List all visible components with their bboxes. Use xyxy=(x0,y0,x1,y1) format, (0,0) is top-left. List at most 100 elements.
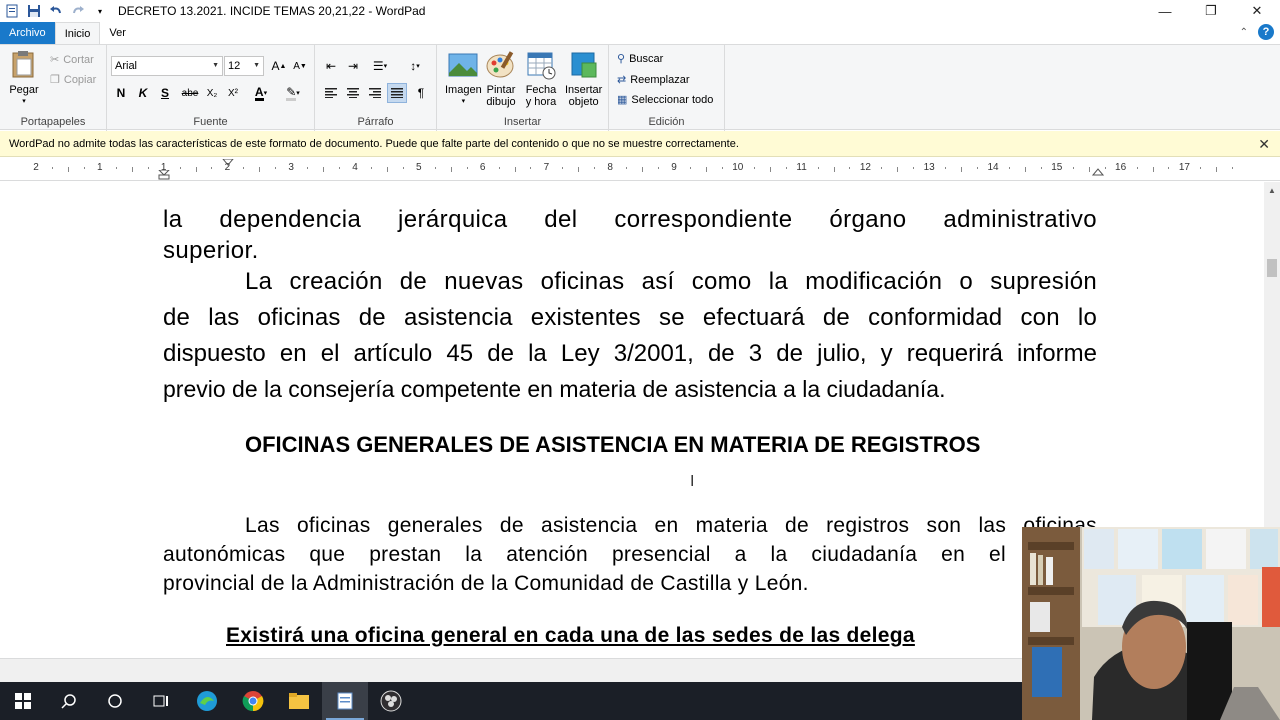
superscript-button[interactable]: X² xyxy=(223,83,243,103)
select-all-button[interactable]: ▦ Seleccionar todo xyxy=(617,93,713,107)
doc-line: previo de la consejería competente en ma… xyxy=(163,376,946,402)
first-line-indent-marker[interactable] xyxy=(222,159,234,167)
increase-indent-icon[interactable]: ⇥ xyxy=(343,56,363,76)
close-icon[interactable]: ✕ xyxy=(1258,136,1270,153)
align-left-icon[interactable] xyxy=(321,83,341,103)
close-button[interactable]: ✕ xyxy=(1234,0,1280,22)
doc-line-underlined: Existirá una oficina general en cada una… xyxy=(226,624,915,647)
clipboard-group: Pegar ▾ ✂ Cortar ❐ Copiar Portapapeles xyxy=(0,45,107,131)
right-indent-marker[interactable] xyxy=(1092,168,1104,176)
align-center-icon[interactable] xyxy=(343,83,363,103)
infobar-message: WordPad no admite todas las característi… xyxy=(9,137,739,150)
chevron-down-icon: ▼ xyxy=(253,62,260,69)
tab-ver[interactable]: Ver xyxy=(100,22,135,44)
help-icon[interactable]: ? xyxy=(1258,24,1274,40)
align-right-icon[interactable] xyxy=(365,83,385,103)
font-group-label: Fuente xyxy=(193,116,228,128)
ruler-number: 1 xyxy=(97,162,103,173)
chrome-browser-icon[interactable] xyxy=(230,682,276,720)
paragraph-settings-icon[interactable]: ¶ xyxy=(411,83,431,103)
wordpad-app-icon[interactable] xyxy=(2,1,22,21)
text-cursor-icon: I xyxy=(690,473,695,490)
justify-icon[interactable] xyxy=(387,83,407,103)
strikethrough-button[interactable]: abe xyxy=(178,83,202,103)
replace-button[interactable]: ⇄ Reemplazar xyxy=(617,73,690,87)
ruler-number: 10 xyxy=(732,162,744,173)
windows-start-icon[interactable] xyxy=(0,682,46,720)
wordpad-taskbar-icon[interactable] xyxy=(322,682,368,720)
font-size-combo[interactable]: 12 ▼ xyxy=(224,56,264,76)
ruler-tick xyxy=(1216,167,1218,172)
ruler-tick xyxy=(147,167,149,169)
edge-browser-icon[interactable] xyxy=(184,682,230,720)
ruler-number: 9 xyxy=(671,162,677,173)
font-group: Arial ▼ 12 ▼ A ▲ A ▼ N K S abe X₂ X² A ▾ ✎ ▾ F… xyxy=(107,45,315,131)
obs-studio-icon[interactable] xyxy=(368,682,414,720)
ruler-number: 15 xyxy=(1051,162,1063,173)
ruler-tick xyxy=(402,167,404,169)
doc-line: la dependencia jerárquica del correspond… xyxy=(163,206,1097,233)
cut-button[interactable]: ✂ Cortar xyxy=(50,53,94,67)
ruler-tick xyxy=(51,167,53,169)
bullets-icon[interactable]: ☰ ▾ xyxy=(367,56,393,76)
scroll-up-icon[interactable]: ▲ xyxy=(1264,186,1280,195)
ruler-tick xyxy=(1152,167,1154,172)
restore-button[interactable]: ❐ xyxy=(1188,0,1234,22)
insert-image-button[interactable]: Imagen ▾ xyxy=(445,49,482,108)
search-icon[interactable] xyxy=(46,682,92,720)
date-time-button[interactable]: Fecha y hora xyxy=(525,49,557,108)
text-color-icon: A xyxy=(254,84,264,101)
bold-button[interactable]: N xyxy=(111,83,131,103)
presenter-video-image xyxy=(1022,527,1280,720)
ruler-tick xyxy=(897,167,899,172)
ruler[interactable]: 2 1 1 2 3 4 5 6 7 8 9 10 11 12 13 14 15 16 17 xyxy=(0,157,1280,181)
ruler-tick xyxy=(323,167,325,172)
insert-object-button[interactable]: Insertar objeto xyxy=(565,49,602,108)
find-button[interactable]: ⚲ Buscar xyxy=(617,52,663,66)
paste-button[interactable]: Pegar ▾ xyxy=(8,49,40,108)
collapse-ribbon-icon[interactable]: ⌃ xyxy=(1240,27,1248,38)
ruler-tick xyxy=(689,167,691,169)
task-view-icon[interactable] xyxy=(138,682,184,720)
ruler-tick xyxy=(179,167,181,169)
ruler-tick xyxy=(1088,167,1090,172)
undo-icon[interactable] xyxy=(46,1,66,21)
ruler-tick xyxy=(1136,167,1138,169)
ruler-tick xyxy=(594,167,596,169)
left-indent-marker[interactable] xyxy=(158,170,170,180)
highlight-color-button[interactable]: ✎ ▾ xyxy=(279,83,307,103)
file-explorer-icon[interactable] xyxy=(276,682,322,720)
ruler-tick xyxy=(386,167,388,172)
customize-qat-icon[interactable]: ▾ xyxy=(90,1,110,21)
highlighter-icon: ✎ xyxy=(286,84,297,101)
tab-archivo[interactable]: Archivo xyxy=(0,22,55,44)
text-color-button[interactable]: A ▾ xyxy=(247,83,275,103)
grow-font-icon[interactable]: A ▲ xyxy=(269,56,289,76)
ruler-tick xyxy=(498,167,500,169)
cortana-icon[interactable] xyxy=(92,682,138,720)
window-title: DECRETO 13.2021. INCIDE TEMAS 20,21,22 -… xyxy=(118,4,426,18)
paragraph-group-label: Párrafo xyxy=(357,116,394,128)
font-family-combo[interactable]: Arial ▼ xyxy=(111,56,223,76)
scrollbar-thumb[interactable] xyxy=(1267,259,1277,277)
redo-icon[interactable] xyxy=(68,1,88,21)
ruler-tick xyxy=(1168,167,1170,169)
ruler-number: 4 xyxy=(352,162,358,173)
ruler-number: 5 xyxy=(416,162,422,173)
ruler-number: 11 xyxy=(796,162,807,173)
save-icon[interactable] xyxy=(24,1,44,21)
minimize-button[interactable]: — xyxy=(1142,0,1188,22)
tab-inicio[interactable]: Inicio xyxy=(54,22,101,44)
copy-button[interactable]: ❐ Copiar xyxy=(50,73,96,87)
decrease-indent-icon[interactable]: ⇤ xyxy=(321,56,341,76)
line-spacing-icon[interactable]: ↕ ▾ xyxy=(401,56,429,76)
underline-button[interactable]: S xyxy=(155,83,175,103)
paint-drawing-button[interactable]: Pintar dibujo xyxy=(485,49,517,108)
doc-line: superior. xyxy=(163,237,259,264)
quick-access-toolbar: ▾ xyxy=(0,1,110,21)
shrink-font-icon[interactable]: A ▼ xyxy=(290,56,310,76)
chevron-down-icon: ▼ xyxy=(212,62,219,69)
ruler-tick xyxy=(769,167,771,172)
italic-button[interactable]: K xyxy=(133,83,153,103)
subscript-button[interactable]: X₂ xyxy=(202,83,222,103)
